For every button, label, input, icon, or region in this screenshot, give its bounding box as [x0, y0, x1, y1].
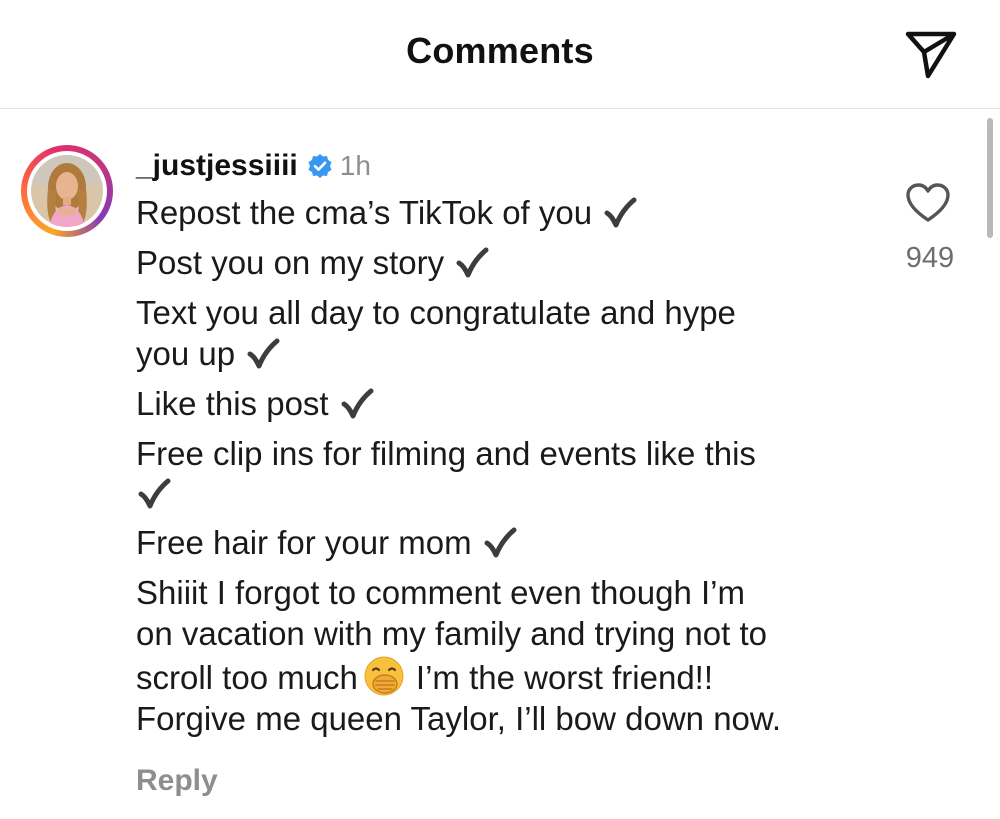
comments-screen: Comments _justjessiiii 1h Repost the cma…	[0, 0, 1000, 819]
comments-header: Comments	[0, 0, 1000, 109]
username-link[interactable]: _justjessiiii	[136, 149, 298, 183]
verified-badge-icon	[308, 154, 332, 178]
comment-line: Shiiit I forgot to comment even though I…	[136, 574, 745, 611]
comment-line: Post you on my story	[136, 244, 445, 281]
share-button[interactable]	[902, 24, 960, 82]
like-button[interactable]	[905, 182, 951, 224]
comment-meta: _justjessiiii 1h	[136, 146, 371, 186]
profile-photo-avatar	[31, 155, 103, 227]
check-mark-icon	[456, 247, 489, 278]
comment-line: Free hair for your mom	[136, 524, 472, 561]
comment-line: Free clip ins for filming and events lik…	[136, 435, 756, 472]
like-count: 949	[905, 242, 955, 274]
check-mark-icon	[484, 527, 517, 558]
heart-icon	[906, 183, 950, 222]
comment-line: on vacation with my family and trying no…	[136, 615, 767, 652]
check-mark-icon	[138, 478, 171, 509]
comment-line: you up	[136, 335, 236, 372]
comment-line: Text you all day to congratulate and hyp…	[136, 294, 736, 331]
comment-line: Repost the cma’s TikTok of you	[136, 194, 593, 231]
comment-line: Like this post	[136, 385, 329, 422]
reply-button[interactable]: Reply	[136, 764, 218, 798]
face-with-hand-over-mouth-emoji	[364, 656, 404, 696]
comment-timestamp: 1h	[339, 150, 371, 181]
check-mark-icon	[341, 388, 374, 419]
comment-body: Repost the cma’s TikTok of you Post you …	[136, 192, 876, 739]
check-mark-icon	[604, 197, 637, 228]
page-title: Comments	[406, 30, 594, 71]
check-mark-icon	[247, 338, 280, 369]
comment-line: Forgive me queen Taylor, I’ll bow down n…	[136, 700, 782, 737]
comment-line: I’m the worst friend!!	[415, 659, 714, 696]
avatar[interactable]	[21, 145, 113, 237]
comment-item: _justjessiiii 1h Repost the cma’s TikTok…	[0, 108, 1000, 819]
paper-plane-icon	[905, 31, 957, 79]
comment-line: scroll too much	[136, 659, 358, 696]
